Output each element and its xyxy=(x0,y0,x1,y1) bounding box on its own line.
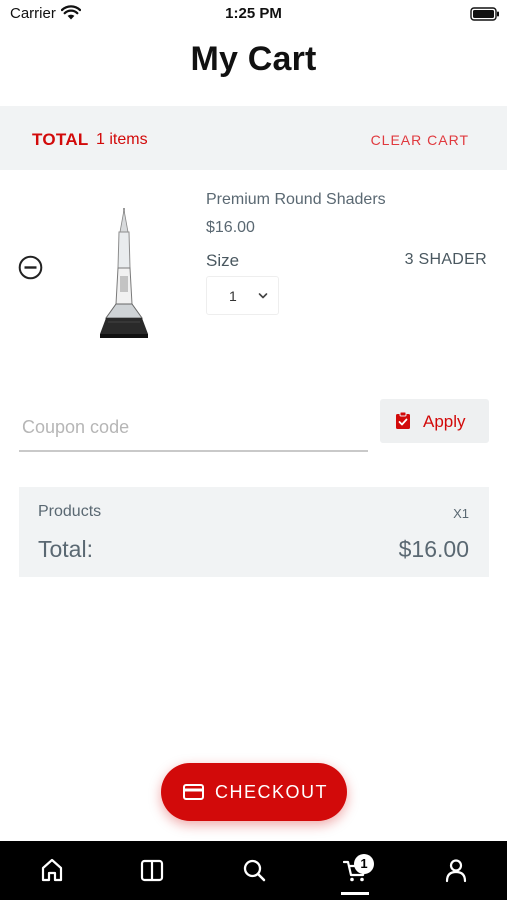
clear-cart-button[interactable]: CLEAR CART xyxy=(371,132,469,148)
catalog-icon xyxy=(140,859,164,882)
apply-label: Apply xyxy=(423,412,466,431)
tab-account[interactable] xyxy=(426,841,486,900)
battery-icon xyxy=(470,7,499,21)
product-image xyxy=(100,208,148,338)
page-title: My Cart xyxy=(190,40,317,78)
summary-total-value: $16.00 xyxy=(398,536,469,562)
tab-cart[interactable]: 1 xyxy=(325,841,385,900)
checkout-button[interactable]: CHECKOUT xyxy=(161,763,347,821)
cart-count-badge: 1 xyxy=(354,854,374,874)
clipboard-check-icon xyxy=(396,412,410,429)
size-value: 3 SHADER xyxy=(404,251,487,268)
status-time: 1:25 PM xyxy=(225,5,282,22)
bottom-tab-bar: 1 xyxy=(0,841,507,900)
products-label: Products xyxy=(38,503,102,520)
search-icon xyxy=(243,859,266,882)
cart-item: Premium Round Shaders $16.00 Size 3 SHAD… xyxy=(0,170,507,356)
total-label: TOTAL xyxy=(32,130,89,149)
product-name[interactable]: Premium Round Shaders xyxy=(206,191,386,209)
home-icon xyxy=(41,858,63,882)
order-summary: Products X1 Total: $16.00 xyxy=(19,487,489,577)
tab-catalog[interactable] xyxy=(122,841,182,900)
remove-item-icon[interactable] xyxy=(18,255,43,280)
products-count: X1 xyxy=(453,506,469,521)
account-icon xyxy=(445,859,467,883)
cart-total-bar: TOTAL 1 items CLEAR CART xyxy=(0,106,507,170)
coupon-code-input[interactable] xyxy=(19,398,368,452)
tab-search[interactable] xyxy=(224,841,284,900)
credit-card-icon xyxy=(183,784,204,800)
checkout-label: CHECKOUT xyxy=(215,782,329,802)
size-label: Size xyxy=(206,251,240,270)
apply-coupon-button[interactable]: Apply xyxy=(380,399,489,443)
status-bar: Carrier 1:25 PM xyxy=(0,0,507,28)
summary-total-label: Total: xyxy=(38,536,93,562)
quantity-value: 1 xyxy=(229,288,237,304)
product-price: $16.00 xyxy=(206,219,255,236)
active-tab-indicator xyxy=(341,892,369,895)
chevron-down-icon xyxy=(258,293,268,299)
items-count: 1 items xyxy=(96,131,148,148)
quantity-select[interactable]: 1 xyxy=(206,276,279,315)
tab-home[interactable] xyxy=(22,841,82,900)
